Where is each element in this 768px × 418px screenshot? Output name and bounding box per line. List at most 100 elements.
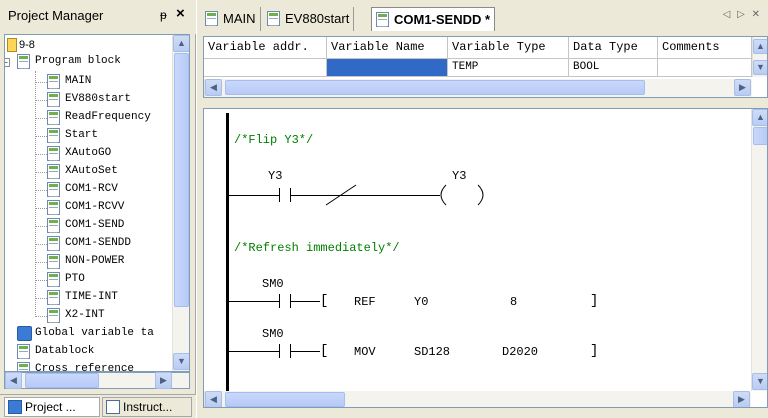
tab-label: Project ... xyxy=(25,400,76,414)
scroll-down-icon[interactable]: ▼ xyxy=(753,60,767,75)
program-icon xyxy=(47,200,60,215)
tree-item-label: COM1-RCVV xyxy=(65,201,125,213)
tree-item-program[interactable]: MAIN xyxy=(5,73,170,91)
instruction-name[interactable]: MOV xyxy=(354,345,376,359)
tab-label: Instruct... xyxy=(123,400,173,414)
instruction-close-bracket: ] xyxy=(590,343,599,359)
tab-main[interactable]: MAIN xyxy=(201,7,261,31)
tree-guide-line xyxy=(35,154,47,155)
instruction-operand[interactable]: Y0 xyxy=(414,295,428,309)
tree-item-program[interactable]: XAutoSet xyxy=(5,163,170,181)
tree-guide-line xyxy=(35,226,47,227)
tab-ev880start[interactable]: EV880start xyxy=(263,7,355,31)
rung-wire xyxy=(229,351,279,352)
scrollbar-thumb[interactable] xyxy=(753,127,767,145)
table-vertical-scrollbar[interactable]: ▲ ▼ xyxy=(752,37,767,77)
editor-horizontal-scrollbar[interactable]: ◀ ▶ xyxy=(204,391,751,407)
instruction-operand[interactable]: SD128 xyxy=(414,345,450,359)
column-header[interactable]: Variable Type xyxy=(448,37,569,59)
tab-navigation-icons[interactable]: ◁ ▷ ✕ xyxy=(723,9,762,20)
instruction-name[interactable]: REF xyxy=(354,295,376,309)
tree-item-program[interactable]: X2-INT xyxy=(5,307,170,325)
tree-item-program[interactable]: COM1-RCVV xyxy=(5,199,170,217)
scroll-left-icon[interactable]: ◀ xyxy=(5,372,22,389)
instruction-open-bracket: [ xyxy=(320,293,329,309)
tree-guide-line xyxy=(35,100,47,101)
scroll-right-icon[interactable]: ▶ xyxy=(733,391,750,407)
coil-symbol[interactable] xyxy=(434,183,494,207)
program-icon xyxy=(47,182,60,197)
scrollbar-thumb[interactable] xyxy=(25,373,99,388)
tree-vertical-scrollbar[interactable]: ▲ ▼ xyxy=(172,35,189,371)
scroll-up-icon[interactable]: ▲ xyxy=(173,35,189,52)
tree-datablock[interactable]: Datablock xyxy=(5,343,175,361)
coil-label: Y3 xyxy=(452,169,467,183)
rung-wire xyxy=(229,301,279,302)
tree-item-label: Program block xyxy=(35,55,121,67)
table-cell[interactable] xyxy=(204,59,327,77)
instruction-operand[interactable]: D2020 xyxy=(502,345,538,359)
tab-instructions[interactable]: Instruct... xyxy=(102,397,192,417)
tree-item-program[interactable]: NON-POWER xyxy=(5,253,170,271)
scroll-down-icon[interactable]: ▼ xyxy=(173,353,189,370)
scrollbar-thumb[interactable] xyxy=(225,392,345,407)
tree-item-program[interactable]: XAutoGO xyxy=(5,145,170,163)
project-manager-panel: Project Manager ᵽ × 9-8 − Program block … xyxy=(0,0,196,418)
tree-item-program[interactable]: Start xyxy=(5,127,170,145)
column-header[interactable]: Variable Name xyxy=(327,37,448,59)
tree-item-label: XAutoSet xyxy=(65,165,118,177)
rung-wire xyxy=(290,301,320,302)
tree-global-vars[interactable]: Global variable ta xyxy=(5,325,175,343)
scroll-up-icon[interactable]: ▲ xyxy=(753,39,767,54)
tree-truncated-item[interactable]: Cross reference xyxy=(5,361,175,371)
ladder-editor[interactable]: /*Flip Y3*/ Y3 Y3 /*Refresh immediately*… xyxy=(203,108,768,408)
column-header[interactable]: Variable addr. xyxy=(204,37,327,59)
project-icon xyxy=(8,400,22,414)
table-cell[interactable] xyxy=(658,59,752,77)
tree-item-label: Cross reference xyxy=(35,363,135,371)
scroll-right-icon[interactable]: ▶ xyxy=(155,372,172,389)
tree-item-program[interactable]: EV880start xyxy=(5,91,170,109)
tab-com1-sendd[interactable]: COM1-SENDD * xyxy=(371,7,496,31)
tree-item-program[interactable]: COM1-SEND xyxy=(5,217,170,235)
table-cell[interactable]: BOOL xyxy=(569,59,658,77)
tree-item-label: Global variable ta xyxy=(35,327,154,339)
table-horizontal-scrollbar[interactable]: ◀ ▶ xyxy=(204,79,752,97)
tree-item-program[interactable]: TIME-INT xyxy=(5,289,170,307)
scrollbar-thumb[interactable] xyxy=(174,53,189,307)
scrollbar-thumb[interactable] xyxy=(225,80,645,95)
tree-horizontal-scrollbar[interactable]: ◀ ▶ xyxy=(4,372,190,389)
tree-item-label: EV880start xyxy=(65,93,132,105)
tree-guide-line xyxy=(35,244,47,245)
close-icon[interactable]: × xyxy=(176,5,185,22)
tree-program-block[interactable]: − Program block xyxy=(5,53,175,71)
scroll-left-icon[interactable]: ◀ xyxy=(205,79,222,96)
scroll-right-icon[interactable]: ▶ xyxy=(734,79,751,96)
collapse-icon[interactable]: − xyxy=(5,58,10,67)
table-cell-selected[interactable] xyxy=(327,59,448,77)
tab-label: MAIN xyxy=(223,11,256,26)
scroll-up-icon[interactable]: ▲ xyxy=(752,109,767,126)
tree-guide-line xyxy=(35,298,47,299)
tree-item-program[interactable]: COM1-SENDD xyxy=(5,235,170,253)
invert-symbol xyxy=(325,184,357,206)
instruction-icon xyxy=(106,400,120,414)
scroll-left-icon[interactable]: ◀ xyxy=(205,391,222,407)
tree-item-label: XAutoGO xyxy=(65,147,112,159)
tree-item-program[interactable]: PTO xyxy=(5,271,170,289)
table-cell[interactable]: TEMP xyxy=(448,59,569,77)
tree-item-program[interactable]: ReadFrequency xyxy=(5,109,170,127)
panel-bottom-tabs: Project ... Instruct... xyxy=(0,394,196,418)
instruction-operand[interactable]: 8 xyxy=(510,295,517,309)
page-icon xyxy=(17,362,30,371)
document-tab-bar: MAIN EV880start COM1-SENDD * ◁ ▷ ✕ xyxy=(197,0,768,36)
column-header[interactable]: Comments xyxy=(658,37,752,59)
editor-area: MAIN EV880start COM1-SENDD * ◁ ▷ ✕ Varia… xyxy=(197,0,768,418)
pin-icon[interactable]: ᵽ xyxy=(160,8,167,22)
editor-vertical-scrollbar[interactable]: ▲ ▼ xyxy=(751,109,767,391)
contact-bar xyxy=(279,294,280,308)
tab-project[interactable]: Project ... xyxy=(4,397,100,417)
scroll-down-icon[interactable]: ▼ xyxy=(752,373,767,390)
column-header[interactable]: Data Type xyxy=(569,37,658,59)
tree-item-program[interactable]: COM1-RCV xyxy=(5,181,170,199)
